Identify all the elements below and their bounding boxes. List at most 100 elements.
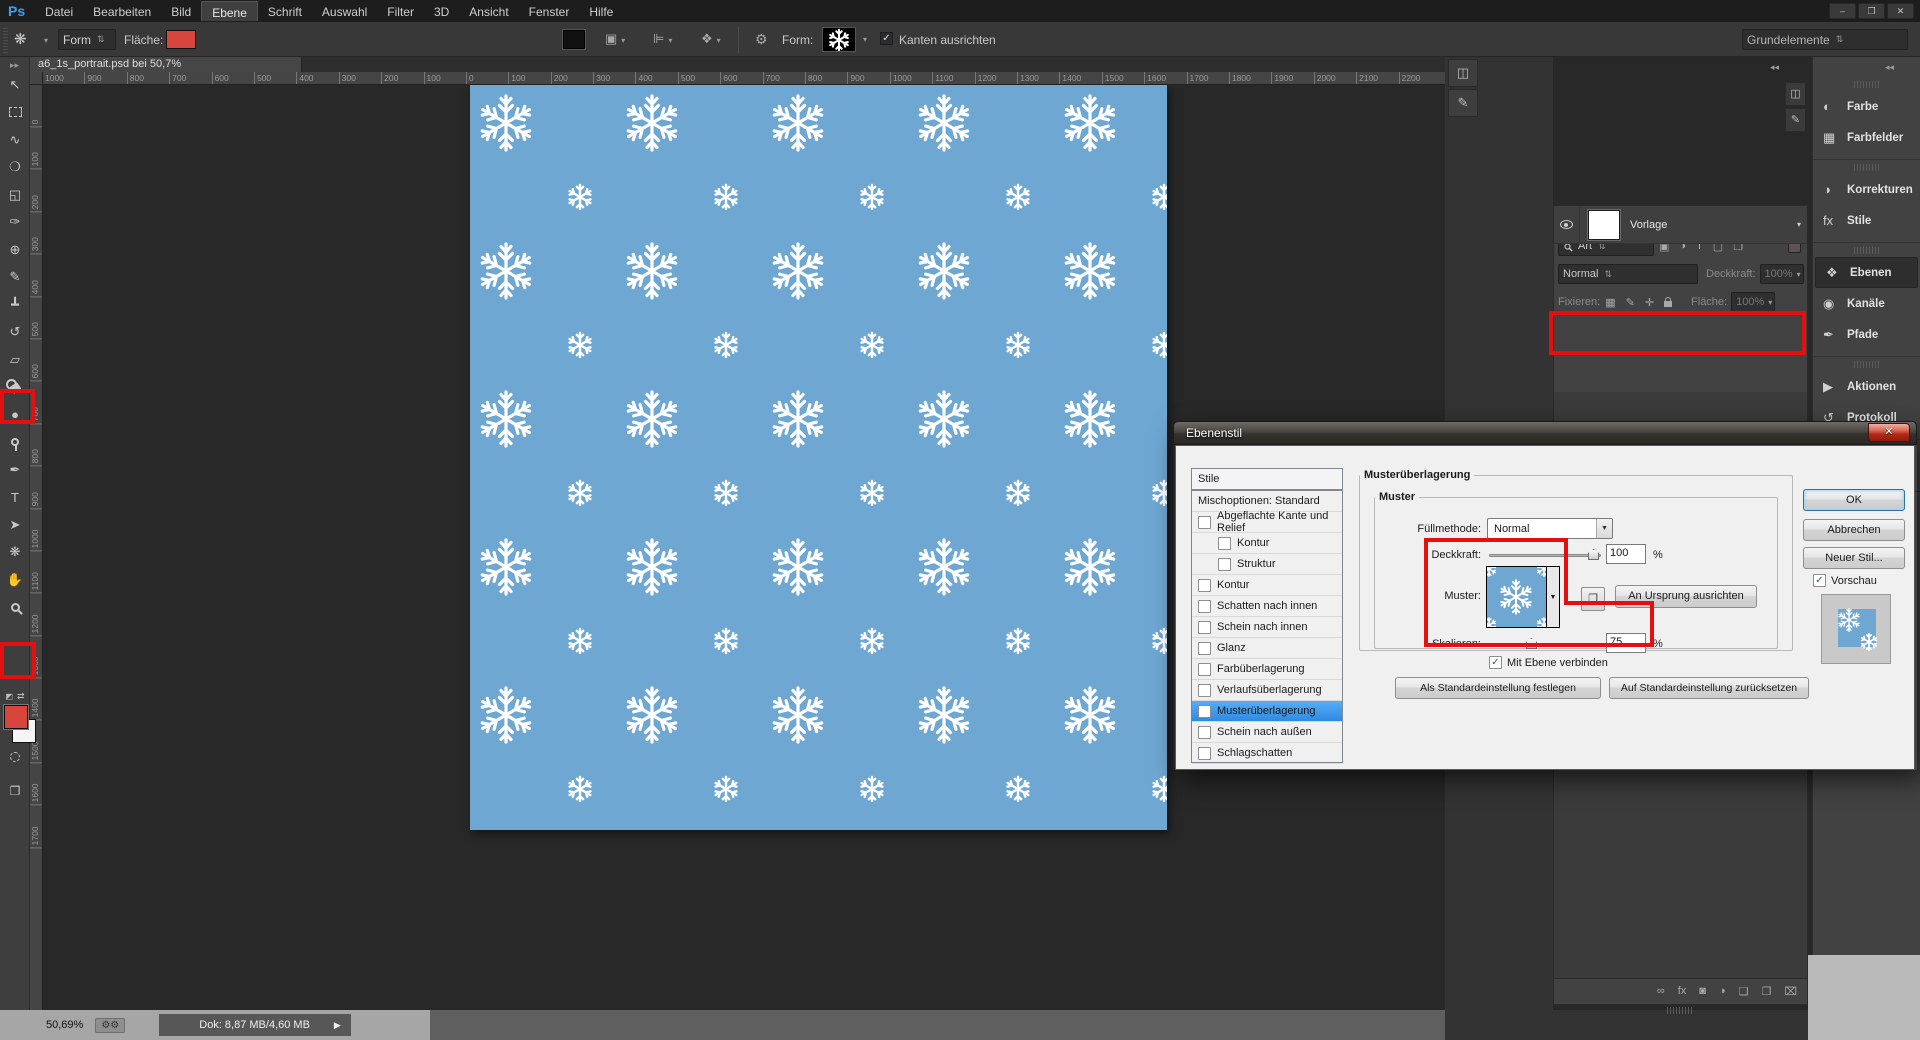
style-list-item[interactable]: Mischoptionen: Standard [1192,491,1342,512]
style-list-item[interactable]: Struktur [1192,554,1342,575]
gear-icon[interactable]: ⚙ [755,31,768,48]
tool-preset-arrow-icon[interactable]: ▾ [44,36,48,45]
drag-grip[interactable] [1854,81,1880,88]
menubar-item[interactable]: Fenster [519,1,580,21]
clone-stamp-tool-icon[interactable]: ┻ [0,291,30,319]
healing-brush-tool-icon[interactable]: ⊕ [0,236,30,264]
style-list-item[interactable]: Verlaufsüberlagerung [1192,680,1342,701]
eyedropper-tool-icon[interactable]: ✑ [0,209,30,237]
style-checkbox[interactable] [1198,705,1211,718]
marquee-tool-icon[interactable] [0,99,30,127]
collapse-dock2-icon[interactable]: ◂◂ [1885,62,1894,73]
collapsed-panel-icon-b[interactable]: ✎ [1448,89,1478,117]
ok-button[interactable]: OK [1803,489,1905,511]
history-brush-tool-icon[interactable]: ↺ [0,319,30,347]
style-checkbox[interactable] [1198,516,1211,529]
lasso-tool-icon[interactable]: ∿ [0,126,30,154]
layer-style-icon[interactable]: fx [1678,985,1687,998]
new-style-button[interactable]: Neuer Stil... [1803,547,1905,569]
dialog-titlebar[interactable]: Ebenenstil ✕ [1173,421,1917,445]
canvas[interactable] [470,85,1167,830]
stroke-color-swatch[interactable] [563,30,585,49]
dialog-close-button[interactable]: ✕ [1868,423,1910,442]
screen-mode-icon[interactable]: ❐ [0,779,30,803]
dodge-tool-icon[interactable] [0,429,30,457]
fx-expand-icon[interactable]: ▾ [1797,220,1801,229]
custom-shape-tool-preset-icon[interactable]: ❋ [14,30,27,48]
move-tool-icon[interactable]: ↖ [0,71,30,99]
link-with-layer-checkbox[interactable] [1489,656,1502,669]
menubar-item[interactable]: Ebene [201,1,258,21]
adjustment-layer-icon[interactable]: ◑ [1719,985,1726,998]
status-gears-icon[interactable]: ⚙⚙ [95,1018,125,1033]
snap-to-origin-button[interactable]: An Ursprung ausrichten [1615,585,1757,608]
close-button[interactable]: ✕ [1887,3,1914,19]
dock-panel-button[interactable]: ◉ Kanäle [1813,288,1920,319]
minimize-button[interactable]: – [1829,3,1856,19]
menubar-item[interactable]: Bearbeiten [83,1,161,21]
new-pattern-button[interactable]: ❐ [1581,587,1605,611]
collapse-tools-icon[interactable]: ▸▸ [0,57,29,71]
opacity-slider[interactable] [1489,554,1601,557]
lock-transparency-icon[interactable]: ▦ [1605,296,1615,309]
style-list-item[interactable]: Schein nach außen [1192,722,1342,743]
collapsed-panel-icon-d[interactable]: ✎ [1785,108,1806,132]
paint-bucket-tool-icon[interactable] [0,374,30,402]
collapsed-panel-icon-a[interactable]: ◫ [1448,59,1478,87]
delete-layer-icon[interactable]: ⌧ [1784,985,1797,998]
collapsed-panel-icon-c[interactable]: ◫ [1785,82,1806,106]
style-list-item[interactable]: Schein nach innen [1192,617,1342,638]
quick-selection-tool-icon[interactable]: ❍ [0,154,30,182]
dock-panel-button[interactable]: ◐ Farbe [1813,91,1920,122]
menubar-item[interactable]: Schrift [258,1,312,21]
dock-panel-button[interactable]: ▦ Farbfelder [1813,122,1920,153]
menubar-item[interactable]: Filter [377,1,424,21]
layer-thumbnail[interactable] [1588,210,1620,240]
foreground-color-swatch[interactable] [4,705,28,729]
vertical-ruler[interactable]: 0100200300400500600700800900100011001200… [30,85,43,1010]
style-list-item[interactable]: Kontur [1192,575,1342,596]
set-default-button[interactable]: Als Standardeinstellung festlegen [1395,677,1601,699]
menubar-item[interactable]: Datei [35,1,83,21]
crop-tool-icon[interactable]: ◱ [0,181,30,209]
drag-grip[interactable] [1854,361,1880,368]
drag-grip[interactable] [1854,247,1880,254]
menubar-item[interactable]: Hilfe [579,1,623,21]
style-checkbox[interactable] [1218,537,1231,550]
shape-preview-arrow-icon[interactable]: ▾ [863,35,867,44]
dock-panel-button[interactable]: fx Stile [1813,205,1920,236]
pen-tool-icon[interactable]: ✒ [0,456,30,484]
layer-visibility-toggle[interactable] [1554,206,1580,244]
menubar-item[interactable]: Ansicht [459,1,518,21]
path-alignment-icon[interactable]: ⊫▾ [653,31,672,47]
quick-mask-icon[interactable] [0,745,30,769]
dock-panel-button[interactable]: ✒ Pfade [1813,319,1920,350]
new-layer-icon[interactable]: ❐ [1761,985,1771,998]
lock-paint-icon[interactable]: ✎ [1626,296,1635,309]
menubar-item[interactable]: Auswahl [312,1,377,21]
style-list-item[interactable]: Farbüberlagerung [1192,659,1342,680]
dock-panel-button[interactable]: ▶ Aktionen [1813,371,1920,402]
style-list-item[interactable]: Schlagschatten [1192,743,1342,764]
reset-default-button[interactable]: Auf Standardeinstellung zurücksetzen [1609,677,1809,699]
style-checkbox[interactable] [1218,558,1231,571]
lock-all-icon[interactable] [1664,301,1672,307]
path-operations-icon[interactable]: ▣▾ [605,31,625,47]
link-layers-icon[interactable]: ∞ [1657,985,1665,998]
style-checkbox[interactable] [1198,663,1211,676]
style-checkbox[interactable] [1198,726,1211,739]
zoom-tool-icon[interactable] [0,594,30,622]
restore-button[interactable]: ❐ [1858,3,1885,19]
document-tab[interactable]: a6_1s_portrait.psd bei 50,7% [30,57,302,72]
zoom-level-field[interactable]: 50,69% [0,1019,95,1031]
style-list-item[interactable]: Abgeflachte Kante und Relief [1192,512,1342,533]
pattern-swatch[interactable]: ▼ [1486,566,1560,628]
drag-grip[interactable] [1854,164,1880,171]
shape-preview-swatch[interactable] [822,27,856,52]
layer-row[interactable]: Vorlage ▾ [1554,206,1807,244]
style-list-item[interactable]: Kontur [1192,533,1342,554]
custom-shape-tool-icon[interactable]: ❋ [0,539,30,567]
opacity-select[interactable]: 100%▾ [1760,264,1804,284]
type-tool-icon[interactable]: T [0,484,30,512]
scale-slider[interactable] [1489,643,1601,646]
